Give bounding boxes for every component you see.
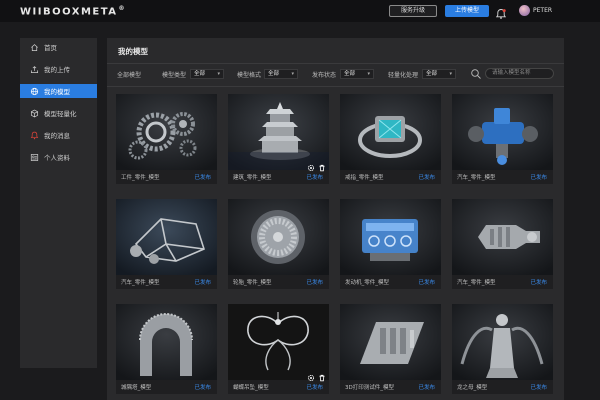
username-label[interactable]: PETER <box>533 7 552 14</box>
sidebar-item-label: 我的上传 <box>44 66 70 74</box>
chevron-down-icon: ▾ <box>217 71 220 77</box>
filter-publish-select[interactable]: 全部 ▾ <box>340 69 374 79</box>
page-title: 我的模型 <box>118 47 148 56</box>
delete-icon[interactable] <box>318 157 326 172</box>
main-panel: 我的模型 全部模型 模型类型 全部 ▾ 模型格式 全部 ▾ 发布状态 全部 ▾ 轻量化… <box>107 38 564 400</box>
divider <box>107 86 564 87</box>
model-thumbnail[interactable] <box>452 199 553 275</box>
sidebar-item-label: 首页 <box>44 44 57 52</box>
sidebar-item-my-messages[interactable]: 我的消息 <box>20 128 97 142</box>
filter-lightweight-select[interactable]: 全部 ▾ <box>422 69 456 79</box>
home-icon <box>30 43 39 52</box>
top-bar: WIIBOOXMETA® 服务升级 上传模型 PETER <box>0 0 600 22</box>
model-card[interactable]: 城隅塔_模型 已发布 <box>116 304 217 394</box>
settings-icon[interactable] <box>307 157 315 172</box>
status-badge: 已发布 <box>306 280 323 286</box>
chevron-down-icon: ▾ <box>367 71 370 77</box>
status-badge: 已发布 <box>194 175 211 181</box>
sidebar: 首页 我的上传 我的模型 模型轻量化 我的消息 个人资料 <box>20 38 97 368</box>
profile-icon <box>30 153 39 162</box>
model-thumbnail[interactable] <box>340 199 441 275</box>
model-card[interactable]: 龙之母_模型 已发布 <box>452 304 553 394</box>
model-card[interactable]: 蝴蝶吊坠_模型 已发布 <box>228 304 329 394</box>
model-card[interactable]: 汽车_零件_模型 已发布 <box>452 94 553 184</box>
delete-icon[interactable] <box>318 367 326 382</box>
status-badge: 已发布 <box>306 175 323 181</box>
notification-bell-icon[interactable] <box>495 5 507 19</box>
model-name: 建筑_零件_模型 <box>233 175 272 181</box>
model-card[interactable]: 汽车_零件_模型 已发布 <box>452 199 553 289</box>
model-name: 3D打印测试件_模型 <box>345 385 394 391</box>
model-name: 城隅塔_模型 <box>121 385 152 391</box>
model-card[interactable]: 建筑_零件_模型 已发布 <box>228 94 329 184</box>
sidebar-item-my-models[interactable]: 我的模型 <box>20 84 97 98</box>
settings-icon[interactable] <box>307 367 315 382</box>
model-name: 戒指_零件_模型 <box>345 175 384 181</box>
model-name: 汽车_零件_模型 <box>457 280 496 286</box>
status-badge: 已发布 <box>418 175 435 181</box>
upload-icon <box>30 65 39 74</box>
model-name: 龙之母_模型 <box>457 385 488 391</box>
status-badge: 已发布 <box>194 280 211 286</box>
model-name: 工件_零件_模型 <box>121 175 160 181</box>
model-name: 汽车_零件_模型 <box>457 175 496 181</box>
model-thumbnail[interactable] <box>116 94 217 170</box>
filter-format-select[interactable]: 全部 ▾ <box>264 69 298 79</box>
model-card[interactable]: 工件_零件_模型 已发布 <box>116 94 217 184</box>
model-card[interactable]: 戒指_零件_模型 已发布 <box>340 94 441 184</box>
model-card[interactable]: 汽车_零件_模型 已发布 <box>116 199 217 289</box>
status-badge: 已发布 <box>530 175 547 181</box>
bell-icon <box>30 131 39 140</box>
filter-format-label: 模型格式 <box>237 72 262 79</box>
filter-type-select[interactable]: 全部 ▾ <box>190 69 224 79</box>
model-thumbnail[interactable] <box>228 199 329 275</box>
model-card[interactable]: 轮胎_零件_模型 已发布 <box>228 199 329 289</box>
sidebar-item-profile[interactable]: 个人资料 <box>20 150 97 164</box>
filter-lightweight-label: 轻量化处理 <box>388 72 419 79</box>
status-badge: 已发布 <box>530 385 547 391</box>
model-name: 发动机_零件_模型 <box>345 280 390 286</box>
search-icon[interactable] <box>470 68 482 80</box>
model-card[interactable]: 3D打印测试件_模型 已发布 <box>340 304 441 394</box>
sidebar-item-label: 模型轻量化 <box>44 110 77 118</box>
model-thumbnail[interactable] <box>452 94 553 170</box>
sidebar-item-label: 我的模型 <box>44 88 70 96</box>
filter-all-models[interactable]: 全部模型 <box>117 70 141 79</box>
app-logo[interactable]: WIIBOOXMETA® <box>20 5 125 17</box>
status-badge: 已发布 <box>418 280 435 286</box>
status-badge: 已发布 <box>306 385 323 391</box>
card-actions <box>307 157 326 172</box>
divider <box>107 63 564 64</box>
search-input[interactable]: 请输入模型名称 <box>485 68 554 79</box>
model-thumbnail[interactable] <box>340 304 441 380</box>
model-name: 汽车_零件_模型 <box>121 280 160 286</box>
sidebar-item-label: 我的消息 <box>44 132 70 140</box>
model-name: 轮胎_零件_模型 <box>233 280 272 286</box>
model-thumbnail[interactable] <box>116 304 217 380</box>
status-badge: 已发布 <box>530 280 547 286</box>
sidebar-item-model-lightweight[interactable]: 模型轻量化 <box>20 106 97 120</box>
model-name: 蝴蝶吊坠_模型 <box>233 385 269 391</box>
sidebar-item-label: 个人资料 <box>44 154 70 162</box>
chevron-down-icon: ▾ <box>449 71 452 77</box>
filter-bar: 全部模型 模型类型 全部 ▾ 模型格式 全部 ▾ 发布状态 全部 ▾ 轻量化处理 全部… <box>107 67 564 81</box>
sidebar-item-home[interactable]: 首页 <box>20 40 97 54</box>
filter-publish-label: 发布状态 <box>312 72 337 79</box>
globe-icon <box>30 87 39 96</box>
avatar[interactable] <box>519 5 530 16</box>
model-card[interactable]: 发动机_零件_模型 已发布 <box>340 199 441 289</box>
chevron-down-icon: ▾ <box>291 71 294 77</box>
filter-type-label: 模型类型 <box>162 72 187 79</box>
model-thumbnail[interactable] <box>452 304 553 380</box>
upload-model-button[interactable]: 上传模型 <box>445 5 489 17</box>
status-badge: 已发布 <box>418 385 435 391</box>
status-badge: 已发布 <box>194 385 211 391</box>
sidebar-item-my-uploads[interactable]: 我的上传 <box>20 62 97 76</box>
model-thumbnail[interactable] <box>116 199 217 275</box>
cube-icon <box>30 109 39 118</box>
model-thumbnail[interactable] <box>340 94 441 170</box>
upgrade-service-button[interactable]: 服务升级 <box>389 5 437 17</box>
card-actions <box>307 367 326 382</box>
